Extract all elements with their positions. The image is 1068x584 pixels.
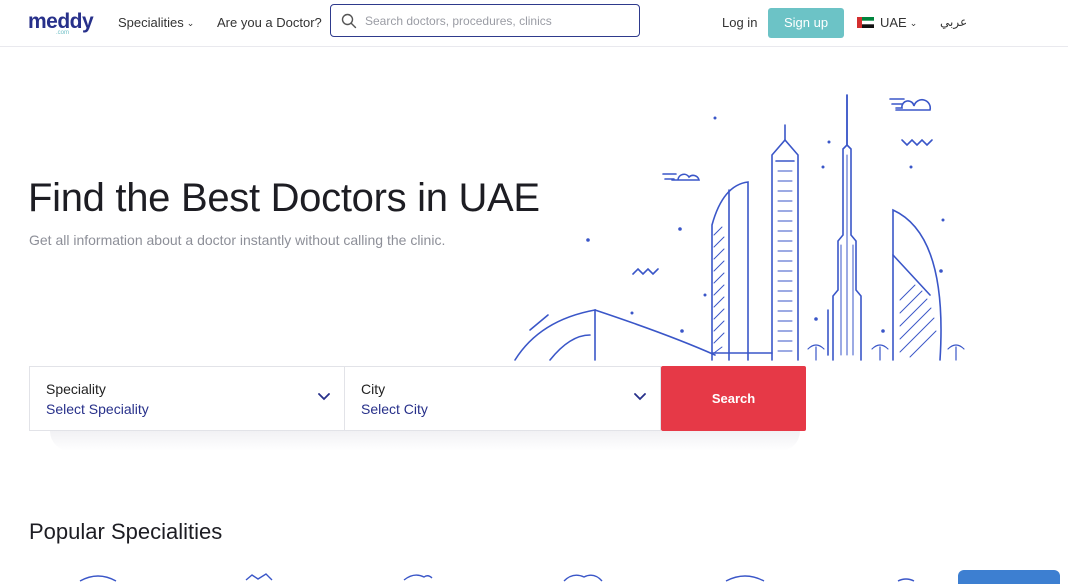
speciality-icons-row bbox=[79, 573, 915, 582]
search-input[interactable] bbox=[363, 10, 637, 32]
bird-icon bbox=[901, 138, 933, 147]
speciality-icon[interactable] bbox=[563, 574, 603, 582]
speciality-icon[interactable] bbox=[403, 574, 433, 581]
hero-subtitle: Get all information about a doctor insta… bbox=[29, 232, 446, 248]
dubai-skyline-illustration bbox=[514, 94, 965, 361]
search-button[interactable]: Search bbox=[661, 366, 806, 431]
cloud-icon bbox=[662, 173, 701, 181]
speciality-icon[interactable] bbox=[245, 573, 273, 581]
speciality-icon[interactable] bbox=[79, 575, 117, 582]
bird-icon bbox=[632, 267, 659, 276]
speciality-icon[interactable] bbox=[897, 578, 915, 582]
search-icon bbox=[341, 13, 357, 29]
city-label: City bbox=[361, 381, 386, 397]
city-value: Select City bbox=[361, 401, 428, 417]
signup-button[interactable]: Sign up bbox=[768, 8, 844, 38]
popular-specialities-title: Popular Specialities bbox=[29, 519, 223, 544]
speciality-label: Speciality bbox=[46, 381, 106, 397]
are-you-doctor-link[interactable]: Are you a Doctor? bbox=[217, 15, 322, 30]
top-navbar: meddy .com Specialities ⌄ Are you a Docto… bbox=[0, 0, 1068, 47]
cloud-icon bbox=[889, 98, 932, 111]
uae-flag-icon bbox=[857, 17, 874, 28]
speciality-dropdown[interactable]: Speciality Select Speciality bbox=[29, 366, 345, 431]
global-search[interactable] bbox=[330, 4, 640, 37]
country-label: UAE bbox=[880, 15, 907, 30]
hero-title: Find the Best Doctors in UAE bbox=[28, 176, 540, 220]
form-shadow bbox=[50, 431, 800, 451]
chevron-down-icon bbox=[318, 393, 330, 401]
speciality-icon[interactable] bbox=[725, 575, 765, 582]
specialities-menu[interactable]: Specialities ⌄ bbox=[118, 15, 194, 30]
city-dropdown[interactable]: City Select City bbox=[344, 366, 661, 431]
login-link[interactable]: Log in bbox=[722, 15, 757, 30]
language-toggle[interactable]: عربي bbox=[940, 15, 967, 29]
chat-widget-tab[interactable] bbox=[958, 570, 1060, 584]
doctor-search-form: Speciality Select Speciality City Select… bbox=[29, 366, 806, 431]
chevron-down-icon: ⌄ bbox=[909, 18, 918, 28]
speciality-value: Select Speciality bbox=[46, 401, 149, 417]
specialities-label: Specialities bbox=[118, 15, 184, 30]
logo-suffix: .com bbox=[56, 30, 70, 36]
country-selector[interactable]: UAE ⌄ bbox=[880, 15, 917, 30]
chevron-down-icon: ⌄ bbox=[186, 18, 195, 28]
chevron-down-icon bbox=[634, 393, 646, 401]
